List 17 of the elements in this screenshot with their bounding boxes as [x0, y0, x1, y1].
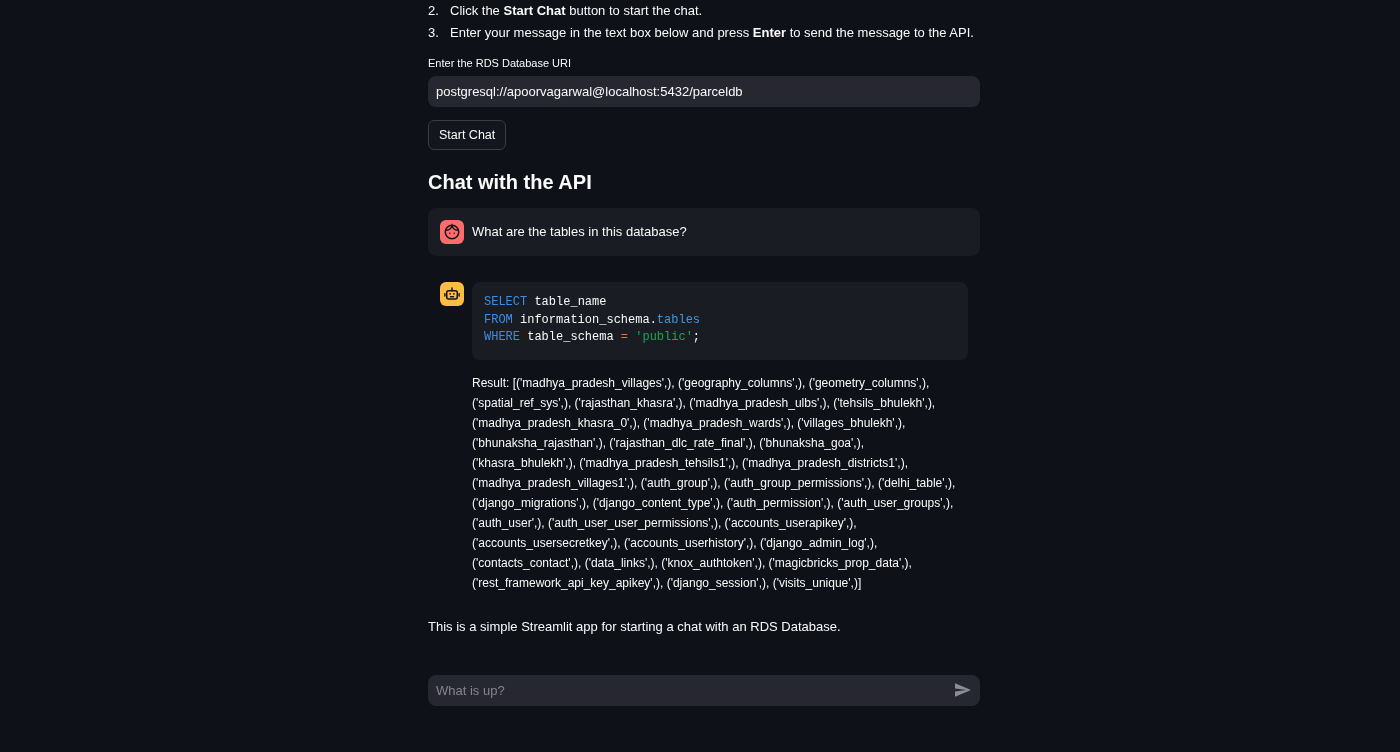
uri-input-field[interactable]: postgresql://apoorvagarwal@localhost:5432/parceldb	[428, 76, 980, 107]
face-avatar-icon	[440, 220, 464, 244]
chat-input-field[interactable]: What is up?	[428, 674, 980, 706]
send-icon	[954, 683, 971, 697]
section-heading: Chat with the API	[428, 170, 592, 195]
message-text: What are the tables in this database?	[472, 223, 688, 241]
start-chat-button[interactable]: Start Chat	[428, 120, 507, 150]
list-number: 3.	[428, 24, 440, 42]
list-number: 2.	[428, 2, 440, 20]
code-block: SELECT table_name FROM information_schema.tables WHERE table_schema = 'public';	[472, 282, 968, 360]
field-label: Enter the RDS Database URI	[428, 56, 572, 71]
robot-avatar-icon	[440, 282, 464, 306]
instruction-text: Enter your message in the text box below and press Enter to send the message to the API.	[450, 24, 974, 42]
result-text: Result: [('madhya_pradesh_villages',), ('geography_columns',), ('geometry_columns',), ('spatial_ref_sys',), ('rajasthan_khasra',), ('madhya_pradesh_ulbs',), ('tehsils_bhulekh',), ('madhya_pradesh_khasra_0',), ('madhya_pradesh_wards',), ('villages_bhulekh',), ('bhunaksha_rajasthan',), ('rajasthan_dlc_rate_final',), ('bhunaksha_goa',), ('khasra_bhulekh',), ('madhya_pradesh_tehsils1',), ('madhya_pradesh_districts1',), ('madhya_pradesh_villages1',), ('auth_group',), ('auth_group_permissions',), ('delhi_table',), ('django_migrations',), ('django_content_type',), ('auth_permission',), ('auth_user_groups',), ('auth_user',), ('auth_user_user_permissions',), ('accounts_userapikey',), ('accounts_usersecretkey',), ('accounts_userhistory',), ('django_admin_log',), ('contacts_contact',), ('data_links',), ('knox_authtoken',), ('magicbricks_prop_data',), ('rest_framework_api_key_apikey',), ('django_session',), ('visits_unique',)]	[472, 374, 957, 592]
footer-text: This is a simple Streamlit app for starting a chat with an RDS Database.	[428, 617, 841, 636]
instruction-text: Click the Start Chat button to start the chat.	[450, 2, 703, 20]
send-button[interactable]	[954, 681, 971, 699]
